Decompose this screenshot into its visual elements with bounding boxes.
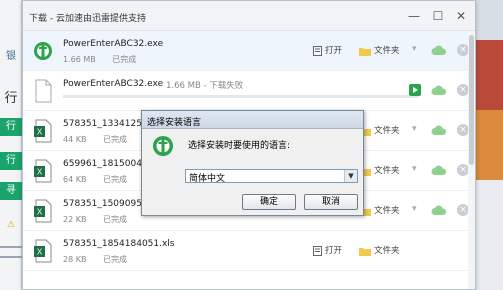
- file-status: 已完成: [103, 215, 128, 224]
- folder-button[interactable]: 文件夹: [359, 164, 400, 178]
- excel-file-icon: X: [34, 199, 52, 223]
- svg-text:X: X: [37, 128, 43, 137]
- file-meta: 44 KB 已完成: [63, 134, 141, 145]
- chevron-down-icon[interactable]: ▾: [412, 204, 417, 214]
- vertical-scrollbar[interactable]: [468, 31, 475, 289]
- file-status: 已完成: [103, 175, 128, 184]
- file-size: 44 KB: [63, 135, 87, 144]
- download-progress-bar: [63, 95, 418, 98]
- file-size: 28 KB: [63, 255, 87, 264]
- background-green-tab: 寻: [0, 182, 22, 200]
- cloud-icon[interactable]: [431, 125, 447, 136]
- file-name: PowerEnterABC32.exe: [63, 79, 164, 89]
- title-bar[interactable]: 下载 - 云加速由迅雷提供支持 — ☐ ✕: [23, 1, 475, 31]
- dialog-prompt: 选择安装时要使用的语言:: [188, 141, 291, 151]
- scrollbar-thumb[interactable]: [469, 35, 474, 165]
- cloud-icon[interactable]: [431, 165, 447, 176]
- maximize-button[interactable]: ☐: [430, 8, 446, 24]
- language-select[interactable]: 简体中文 ▼: [185, 169, 358, 184]
- dialog-title-bar[interactable]: 选择安装语言: [142, 111, 363, 129]
- open-button[interactable]: 打开: [313, 44, 342, 58]
- file-meta: 28 KB 已完成: [63, 254, 141, 265]
- chevron-down-icon[interactable]: ▾: [412, 44, 417, 54]
- document-icon: [313, 245, 322, 256]
- file-status: 已完成: [103, 135, 128, 144]
- cloud-icon[interactable]: [431, 45, 447, 56]
- excel-file-icon: X: [34, 159, 52, 183]
- file-name: 578351_1854184051.xls: [63, 239, 175, 249]
- background-text-fragment: 银: [6, 51, 16, 62]
- folder-button[interactable]: 文件夹: [359, 204, 400, 218]
- background-image-strip: [476, 110, 503, 180]
- language-select-dialog: 选择安装语言 选择安装时要使用的语言: 简体中文 ▼ 确定 取消: [141, 110, 364, 216]
- cloud-icon[interactable]: [431, 85, 447, 96]
- svg-text:X: X: [37, 168, 43, 177]
- svg-text:X: X: [37, 208, 43, 217]
- background-app-right: [476, 0, 503, 290]
- file-status: 已完成: [103, 255, 128, 264]
- folder-button[interactable]: 文件夹: [359, 44, 400, 58]
- window-title: 下载 - 云加速由迅雷提供支持: [29, 14, 146, 24]
- chevron-down-icon[interactable]: ▾: [412, 124, 417, 134]
- background-lines: [0, 246, 22, 258]
- retry-play-icon[interactable]: [409, 84, 421, 96]
- excel-file-icon: X: [34, 119, 52, 143]
- file-meta: 64 KB 已完成: [63, 174, 141, 185]
- background-image-strip: [476, 180, 503, 290]
- chevron-down-icon[interactable]: ▼: [344, 170, 357, 182]
- cloud-icon[interactable]: [431, 205, 447, 216]
- file-name: PowerEnterABC32.exe: [63, 39, 164, 49]
- background-green-tab: 行: [0, 152, 22, 170]
- warning-icon: ⚠: [6, 220, 16, 230]
- file-size: 64 KB: [63, 175, 87, 184]
- folder-icon: [359, 47, 371, 56]
- installer-icon: [153, 136, 173, 156]
- background-image-strip: [476, 40, 503, 110]
- ok-button[interactable]: 确定: [242, 194, 296, 210]
- background-green-tab: 行: [0, 118, 22, 136]
- folder-icon: [359, 247, 371, 256]
- file-size: 1.66 MB: [166, 81, 201, 91]
- language-select-value: 简体中文: [189, 174, 226, 184]
- background-heading-fragment: 行: [4, 91, 18, 106]
- folder-button[interactable]: 文件夹: [359, 124, 400, 138]
- folder-button[interactable]: 文件夹: [359, 244, 400, 258]
- open-button[interactable]: 打开: [313, 244, 342, 258]
- file-meta: 1.66 MB 已完成: [63, 54, 150, 65]
- abc-bank-exe-icon: [34, 42, 52, 60]
- file-size: 22 KB: [63, 215, 87, 224]
- cancel-button[interactable]: 取消: [304, 194, 358, 210]
- download-row[interactable]: PowerEnterABC32.exe 1.66 MB 已完成 打开 文件夹 ▾…: [23, 31, 469, 71]
- close-button[interactable]: ✕: [453, 8, 469, 24]
- chevron-down-icon[interactable]: ▾: [412, 164, 417, 174]
- blank-file-icon: [35, 79, 52, 103]
- download-row[interactable]: X 578351_1854184051.xls 28 KB 已完成 打开 文件夹: [23, 231, 468, 271]
- file-size: 1.66 MB: [63, 55, 96, 64]
- file-status: 下载失败: [209, 81, 244, 91]
- download-row[interactable]: PowerEnterABC32.exe 1.66 MB - 下载失败 ×: [23, 71, 469, 111]
- excel-file-icon: X: [34, 239, 52, 263]
- background-app-left: 银 行 行 行 寻 ⚠: [0, 0, 22, 290]
- document-icon: [313, 45, 322, 56]
- file-status: 已完成: [112, 55, 137, 64]
- minimize-button[interactable]: —: [406, 8, 422, 24]
- file-meta: 1.66 MB - 下载失败: [166, 81, 244, 91]
- dialog-title: 选择安装语言: [147, 118, 202, 128]
- svg-text:X: X: [37, 248, 43, 257]
- file-meta: 22 KB 已完成: [63, 214, 141, 225]
